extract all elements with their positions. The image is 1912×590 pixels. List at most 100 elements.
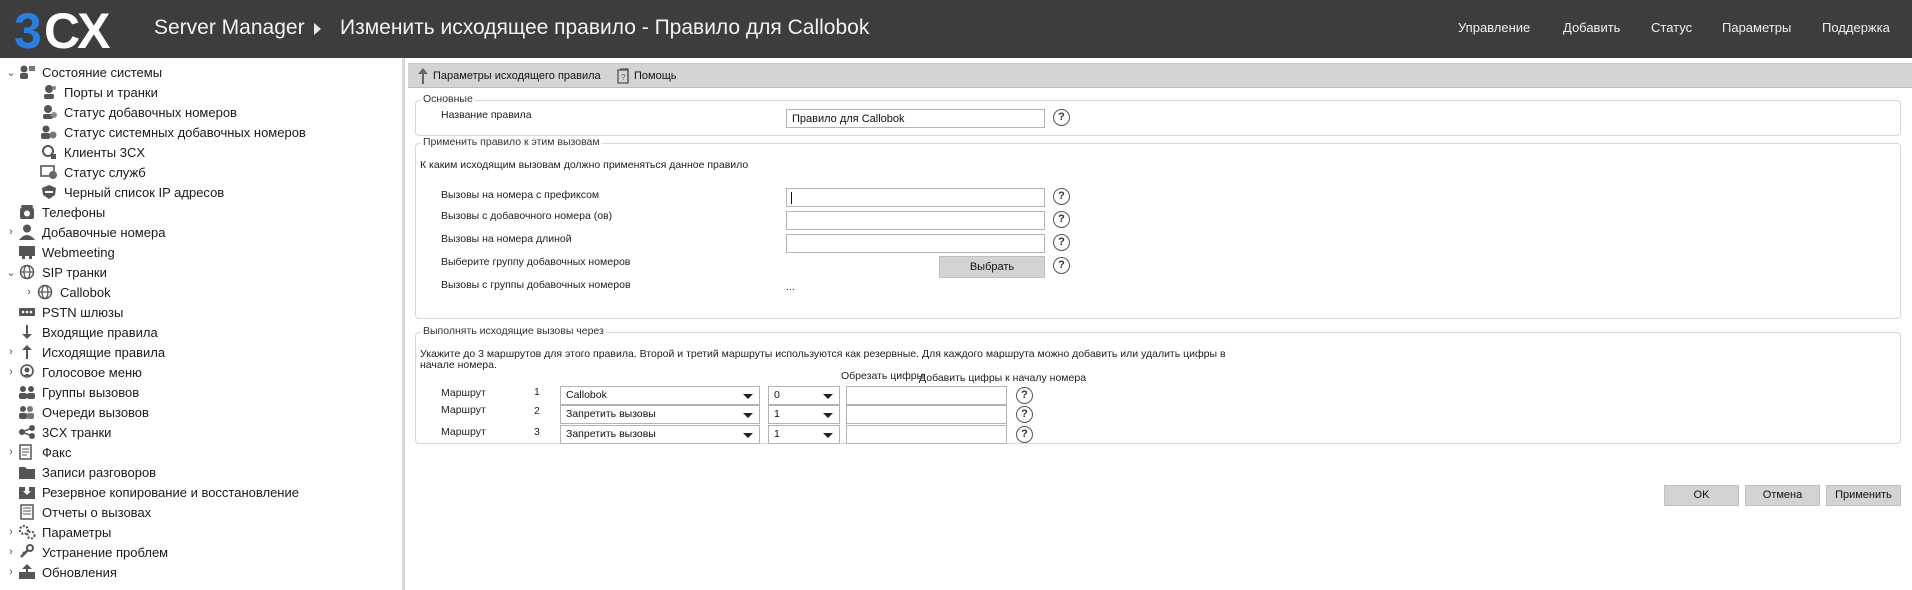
sidebar-item-settings[interactable]: › Параметры	[6, 522, 111, 542]
help-icon[interactable]: ?	[1053, 234, 1070, 251]
sidebar-item-ivr[interactable]: › Голосовое меню	[6, 362, 142, 382]
expander-icon[interactable]: ›	[6, 366, 16, 378]
sidebar-item-webmeeting[interactable]: Webmeeting	[6, 242, 115, 262]
sidebar-item-callobok[interactable]: › Callobok	[24, 282, 111, 302]
expander-icon[interactable]: ›	[6, 526, 16, 538]
help-icon[interactable]: ?	[1053, 257, 1070, 274]
system-status-icon	[20, 65, 35, 79]
help-icon[interactable]: ?	[1053, 188, 1070, 205]
sidebar-item-inbound-rules[interactable]: Входящие правила	[6, 322, 158, 342]
routes-intro-line2: начале номера.	[420, 359, 497, 371]
sidebar-item-extension-status[interactable]: Статус добавочных номеров	[40, 102, 237, 122]
expander-icon[interactable]: ›	[6, 346, 16, 358]
group-icon	[19, 386, 35, 399]
help-icon[interactable]: ?	[1016, 387, 1033, 404]
ok-button[interactable]: OK	[1664, 485, 1739, 506]
update-icon	[19, 564, 35, 579]
apply-intro-text: К каким исходящим вызовам должно применя…	[420, 159, 749, 171]
sidebar-item-sip-trunks[interactable]: ⌄ SIP транки	[6, 262, 106, 282]
help-icon[interactable]: ?	[1053, 211, 1070, 228]
expander-icon[interactable]: ⌄	[6, 266, 16, 279]
sidebar-item-ports-trunks[interactable]: Порты и транки	[40, 82, 158, 102]
svg-text:CX: CX	[44, 4, 110, 54]
rule-name-label: Название правила	[441, 109, 532, 121]
expander-icon[interactable]: ›	[6, 546, 16, 558]
sidebar-item-services-status[interactable]: Статус служб	[40, 162, 146, 182]
sidebar-item-system-extension-status[interactable]: Статус системных добавочных номеров	[40, 122, 306, 142]
strip-digits-select[interactable]: 1	[768, 425, 840, 444]
sidebar-item-pstn-gateways[interactable]: PSTN шлюзы	[6, 302, 123, 322]
help-icon[interactable]: ?	[1016, 426, 1033, 443]
from-extension-label: Вызовы с добавочного номера (ов)	[441, 210, 613, 222]
sidebar-item-system-status[interactable]: ⌄ Состояние системы	[6, 62, 162, 82]
sidebar-item-label: PSTN шлюзы	[42, 304, 124, 320]
sidebar-item-label: Устранение проблем	[42, 544, 169, 560]
expander-icon[interactable]: ⌄	[6, 66, 16, 79]
sidebar-item-troubleshooting[interactable]: › Устранение проблем	[6, 542, 168, 562]
from-group-value: ...	[786, 281, 795, 293]
expander-icon[interactable]: ›	[6, 446, 16, 458]
sidebar-item-ring-groups[interactable]: Группы вызовов	[6, 382, 139, 402]
sidebar-item-phones[interactable]: Телефоны	[6, 202, 105, 222]
sidebar-item-recordings[interactable]: Записи разговоров	[6, 462, 156, 482]
sidebar-item-label: Записи разговоров	[42, 464, 157, 480]
route-select[interactable]: Запретить вызовы	[560, 425, 760, 444]
3cx-logo-icon[interactable]: 3 CX	[12, 4, 134, 54]
nav-management[interactable]: Управление	[1458, 20, 1530, 35]
main-content: Параметры исходящего правила ? Помощь Ос…	[408, 58, 1912, 590]
app-title[interactable]: Server Manager	[154, 16, 305, 40]
sidebar-item-fax[interactable]: › Факс	[6, 442, 71, 462]
sidebar-item-outbound-rules[interactable]: › Исходящие правила	[6, 342, 165, 362]
sidebar-item-label: Callobok	[60, 284, 111, 300]
route-select[interactable]: Запретить вызовы	[560, 405, 760, 424]
help-icon[interactable]: ?	[1016, 406, 1033, 423]
sidebar-item-label: Обновления	[42, 564, 117, 580]
help-button[interactable]: ? Помощь	[616, 68, 677, 84]
rule-name-input[interactable]	[786, 109, 1045, 128]
nav-settings[interactable]: Параметры	[1722, 20, 1791, 35]
arrow-down-icon	[22, 325, 32, 339]
strip-digits-select[interactable]: 0	[768, 386, 840, 405]
strip-digits-select[interactable]: 1	[768, 405, 840, 424]
sidebar-item-label: Входящие правила	[42, 324, 158, 340]
extension-group-label: Выберите группу добавочных номеров	[441, 256, 631, 268]
from-extension-input[interactable]	[786, 211, 1045, 230]
help-icon[interactable]: ?	[1053, 109, 1070, 126]
route-label: Маршрут	[441, 404, 486, 416]
prefix-input[interactable]	[786, 188, 1045, 207]
prepend-digits-input[interactable]	[846, 405, 1007, 424]
expander-icon[interactable]: ›	[24, 286, 34, 298]
sidebar-item-updates[interactable]: › Обновления	[6, 562, 117, 582]
expander-icon[interactable]: ›	[6, 226, 16, 238]
expander-icon[interactable]: ›	[6, 566, 16, 578]
sidebar-item-call-queues[interactable]: Очереди вызовов	[6, 402, 149, 422]
nav-add[interactable]: Добавить	[1563, 20, 1620, 35]
number-length-input[interactable]	[786, 234, 1045, 253]
from-group-label: Вызовы с группы добавочных номеров	[441, 279, 631, 291]
backup-icon	[19, 485, 35, 499]
sidebar-item-label: Очереди вызовов	[42, 404, 149, 420]
sidebar-item-label: Добавочные номера	[42, 224, 166, 240]
prepend-digits-input[interactable]	[846, 425, 1007, 444]
sidebar-item-call-reports[interactable]: Отчеты о вызовах	[6, 502, 151, 522]
tab-outbound-rule-params[interactable]: Параметры исходящего правила	[417, 68, 601, 84]
chevron-down-icon	[823, 394, 833, 399]
route-select[interactable]: Callobok	[560, 386, 760, 405]
cancel-button[interactable]: Отмена	[1745, 485, 1820, 506]
nav-support[interactable]: Поддержка	[1822, 20, 1890, 35]
nav-status[interactable]: Статус	[1651, 20, 1692, 35]
sidebar-item-label: Телефоны	[42, 204, 106, 220]
fieldset-apply-legend: Применить правило к этим вызовам	[421, 136, 602, 148]
route-number: 1	[534, 386, 540, 398]
sidebar-item-ip-blacklist[interactable]: Черный список IP адресов	[40, 182, 224, 202]
prepend-digits-input[interactable]	[846, 386, 1007, 405]
select-group-button[interactable]: Выбрать	[939, 256, 1045, 278]
sidebar-item-extensions[interactable]: › Добавочные номера	[6, 222, 165, 242]
sidebar-item-clients-3cx[interactable]: Клиенты 3CX	[40, 142, 145, 162]
sidebar-item-backup-restore[interactable]: Резервное копирование и восстановление	[6, 482, 299, 502]
fieldset-apply: Применить правило к этим вызовам К каким…	[415, 136, 1901, 319]
apply-button[interactable]: Применить	[1826, 485, 1901, 506]
sidebar-item-label: Статус добавочных номеров	[64, 104, 237, 120]
top-header: 3 CX Server Manager Изменить исходящее п…	[0, 0, 1912, 58]
sidebar-item-3cx-trunks[interactable]: 3CX транки	[6, 422, 111, 442]
